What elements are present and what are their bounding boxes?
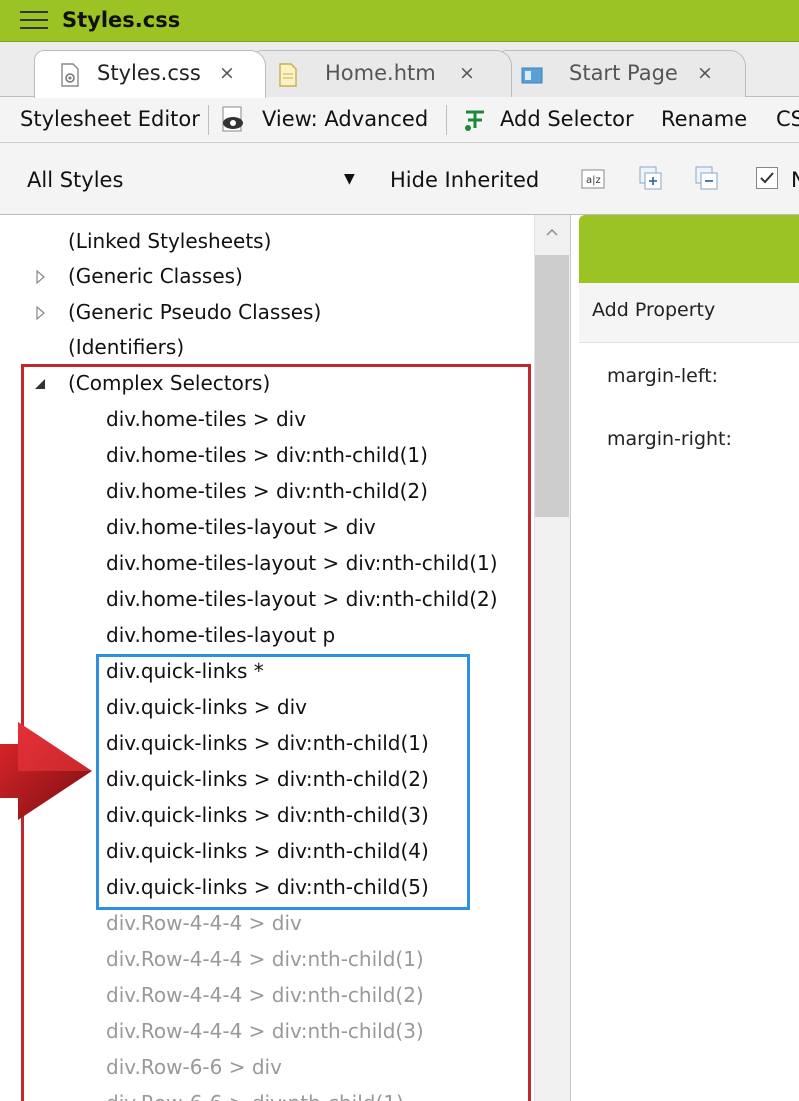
tree-item-generic-classes[interactable]: (Generic Classes)	[68, 258, 243, 294]
view-advanced-button[interactable]: View: Advanced	[262, 107, 428, 131]
selector-item[interactable]: div.quick-links > div:nth-child(2)	[106, 761, 429, 797]
add-selector-button[interactable]: Add Selector	[500, 107, 634, 131]
window-title: Styles.css	[62, 8, 181, 32]
tab-label: Styles.css	[97, 61, 201, 85]
selector-item[interactable]: div.quick-links > div:nth-child(4)	[106, 833, 429, 869]
selector-header-band	[579, 215, 799, 283]
expand-all-icon[interactable]	[638, 165, 664, 193]
selector-item[interactable]: div.home-tiles-layout > div:nth-child(1)	[106, 545, 498, 581]
editor-toolbar: Stylesheet Editor View: Advanced Add Sel…	[0, 97, 799, 143]
close-icon[interactable]: ×	[219, 62, 235, 84]
tree-item-identifiers[interactable]: (Identifiers)	[68, 329, 184, 365]
expand-arrow-icon[interactable]	[34, 295, 48, 331]
property-margin-right[interactable]: margin-right:	[607, 428, 732, 450]
document-tabs: Styles.css × Home.htm × Start Page ×	[0, 42, 799, 98]
check-icon	[760, 172, 774, 184]
expand-arrow-icon[interactable]	[34, 259, 48, 295]
tab-home-htm[interactable]: Home.htm ×	[252, 50, 512, 97]
add-property-button[interactable]: Add Property	[592, 299, 715, 321]
selector-item[interactable]: div.Row-4-4-4 > div:nth-child(1)	[106, 941, 424, 977]
tab-label: Start Page	[569, 61, 678, 85]
css-button[interactable]: CS	[776, 107, 799, 131]
selector-item[interactable]: div.Row-4-4-4 > div:nth-child(2)	[106, 977, 424, 1013]
selector-item[interactable]: div.home-tiles > div:nth-child(1)	[106, 437, 428, 473]
selector-item[interactable]: div.quick-links *	[106, 653, 264, 689]
selector-tree: (Linked Stylesheets) (Generic Classes) (…	[0, 215, 571, 1101]
menu-icon[interactable]	[20, 11, 48, 31]
selector-item[interactable]: div.home-tiles > div	[106, 401, 306, 437]
selector-item[interactable]: div.Row-4-4-4 > div	[106, 905, 302, 941]
stylesheet-editor-label: Stylesheet Editor	[20, 107, 200, 131]
selector-item[interactable]: div.home-tiles-layout > div:nth-child(2)	[106, 581, 498, 617]
tab-styles-css[interactable]: Styles.css ×	[34, 50, 266, 98]
tree-item-complex-selectors[interactable]: (Complex Selectors)	[68, 365, 270, 401]
add-selector-icon	[465, 110, 484, 131]
tab-start-page[interactable]: Start Page ×	[496, 50, 746, 97]
selector-item[interactable]: div.home-tiles-layout p	[106, 617, 335, 653]
view-advanced-icon	[222, 106, 243, 132]
selector-item[interactable]: div.Row-6-6 > div	[106, 1049, 282, 1085]
checkbox[interactable]	[756, 167, 778, 189]
sort-az-icon[interactable]: a|z	[580, 167, 606, 191]
styles-filter-select[interactable]: All Styles	[27, 168, 123, 192]
property-margin-left[interactable]: margin-left:	[607, 365, 718, 387]
chevron-down-icon[interactable]: ▼	[344, 171, 355, 187]
html-file-icon	[279, 63, 297, 87]
selector-item[interactable]: div.quick-links > div:nth-child(1)	[106, 725, 429, 761]
tab-label: Home.htm	[325, 61, 436, 85]
checkbox-label: N	[791, 168, 799, 192]
properties-header: Add Property	[579, 283, 799, 343]
selector-item[interactable]: div.quick-links > div:nth-child(3)	[106, 797, 429, 833]
rename-button[interactable]: Rename	[661, 107, 747, 131]
title-bar: Styles.css	[0, 0, 799, 42]
svg-text:a|z: a|z	[586, 175, 601, 186]
close-icon[interactable]: ×	[459, 62, 475, 84]
hide-inherited-button[interactable]: Hide Inherited	[390, 168, 539, 192]
scrollbar-thumb[interactable]	[535, 255, 569, 517]
properties-panel	[577, 215, 799, 1101]
selector-item[interactable]: div.quick-links > div:nth-child(5)	[106, 869, 429, 905]
red-arrow-callout	[0, 722, 92, 820]
selector-item[interactable]: div.home-tiles-layout > div	[106, 509, 376, 545]
scroll-up-icon[interactable]	[545, 227, 559, 237]
close-icon[interactable]: ×	[697, 62, 713, 84]
tree-item-generic-pseudo-classes[interactable]: (Generic Pseudo Classes)	[68, 294, 321, 330]
collapse-all-icon[interactable]	[694, 165, 720, 193]
toolbar-divider	[208, 105, 209, 135]
start-page-icon	[521, 67, 543, 84]
filter-bar: All Styles ▼ Hide Inherited a|z N	[0, 143, 799, 215]
css-file-icon	[61, 63, 79, 87]
toolbar-divider	[446, 105, 447, 135]
selector-item[interactable]: div.home-tiles > div:nth-child(2)	[106, 473, 428, 509]
selector-item[interactable]: div.Row-4-4-4 > div:nth-child(3)	[106, 1013, 424, 1049]
selector-item[interactable]: div.quick-links > div	[106, 689, 307, 725]
tree-item-linked-stylesheets[interactable]: (Linked Stylesheets)	[68, 223, 271, 259]
collapse-arrow-icon[interactable]	[34, 366, 48, 402]
selector-item[interactable]: div.Row-6-6 > div:nth-child(1)	[106, 1085, 404, 1101]
